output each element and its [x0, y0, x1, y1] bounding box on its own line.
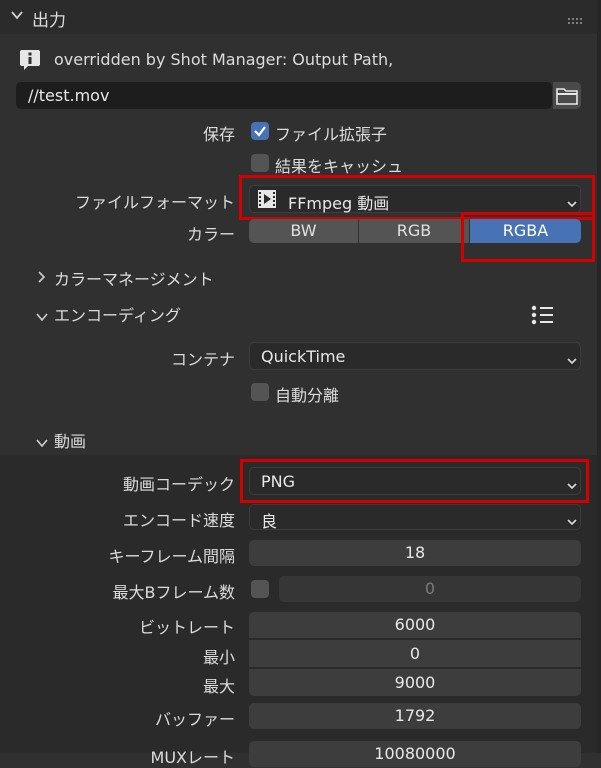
container-label: コンテナ: [170, 350, 235, 369]
rgba-highlight: [461, 212, 595, 262]
video-codec-label: 動画コーデック: [122, 475, 235, 494]
save-label: 保存: [202, 125, 235, 144]
max-b-frames-checkbox[interactable]: [251, 580, 269, 598]
video-label: 動画: [54, 432, 87, 451]
file-extension-checkbox[interactable]: [251, 122, 269, 140]
video-codec-highlight: [240, 459, 589, 503]
chevron-down-icon: [35, 307, 49, 326]
folder-browse-button[interactable]: [553, 82, 581, 109]
cache-result-checkbox[interactable]: [251, 154, 269, 172]
checkmark-icon: [254, 126, 266, 137]
max-rate-field[interactable]: 9000: [249, 669, 581, 696]
keyframe-interval-label: キーフレーム間隔: [108, 547, 235, 566]
min-rate-field[interactable]: 0: [249, 640, 581, 667]
max-b-frames-label: 最大Bフレーム数: [112, 583, 236, 602]
autosplit-label: 自動分離: [275, 386, 340, 405]
encoding-speed-value: 良: [261, 512, 278, 531]
cache-result-label: 結果をキャッシュ: [275, 157, 404, 176]
file-format-label: ファイルフォーマット: [74, 193, 235, 212]
color-management-label: カラーマネージメント: [54, 270, 214, 289]
color-label: カラー: [186, 225, 235, 244]
info-icon: [18, 48, 42, 76]
folder-icon: [556, 86, 578, 110]
drag-handle-icon[interactable]: [567, 10, 583, 29]
mux-rate-label: MUXレート: [150, 748, 235, 767]
max-rate-value: 9000: [394, 673, 436, 692]
buffer-label: バッファー: [154, 710, 235, 729]
bitrate-value: 6000: [394, 615, 436, 634]
chevron-down-icon: [566, 512, 578, 531]
chevron-down-icon: [10, 8, 24, 26]
container-value: QuickTime: [261, 347, 346, 366]
autosplit-checkbox[interactable]: [251, 383, 269, 401]
encoding-speed-label: エンコード速度: [122, 511, 235, 530]
chevron-down-icon: [35, 433, 49, 452]
color-bw-button[interactable]: BW: [249, 219, 358, 243]
max-b-frames-field[interactable]: 0: [279, 576, 581, 602]
output-panel-header[interactable]: 出力: [0, 0, 601, 34]
preset-list-icon[interactable]: [529, 304, 555, 330]
min-rate-label: 最小: [202, 648, 235, 667]
min-rate-value: 0: [409, 644, 421, 663]
bitrate-field[interactable]: 6000: [249, 612, 581, 638]
mux-rate-field[interactable]: 10080000: [249, 741, 581, 767]
buffer-field[interactable]: 1792: [249, 703, 581, 729]
color-rgb-button[interactable]: RGB: [359, 219, 469, 243]
encoding-subpanel-header[interactable]: エンコーディング: [30, 298, 590, 326]
output-path-field[interactable]: //test.mov: [16, 82, 552, 109]
chevron-down-icon: [566, 351, 578, 370]
buffer-value: 1792: [394, 706, 436, 725]
chevron-right-icon: [36, 269, 46, 288]
container-dropdown[interactable]: QuickTime: [249, 342, 581, 370]
keyframe-interval-field[interactable]: 18: [249, 540, 581, 566]
file-extension-label: ファイル拡張子: [275, 125, 388, 144]
max-rate-label: 最大: [202, 677, 235, 696]
color-management-subpanel-header[interactable]: カラーマネージメント: [30, 262, 590, 290]
mux-rate-value: 10080000: [374, 744, 456, 763]
encoding-label: エンコーディング: [54, 306, 181, 325]
max-b-frames-value: 0: [424, 579, 435, 598]
info-message: overridden by Shot Manager: Output Path,: [54, 50, 394, 69]
output-path-value: //test.mov: [28, 86, 110, 105]
panel-scrollbar[interactable]: [597, 0, 601, 753]
bitrate-label: ビットレート: [138, 618, 235, 637]
panel-title: 出力: [32, 11, 66, 31]
keyframe-interval-value: 18: [404, 543, 426, 562]
encoding-speed-dropdown[interactable]: 良: [249, 504, 581, 531]
video-subpanel-header[interactable]: 動画: [30, 424, 590, 452]
